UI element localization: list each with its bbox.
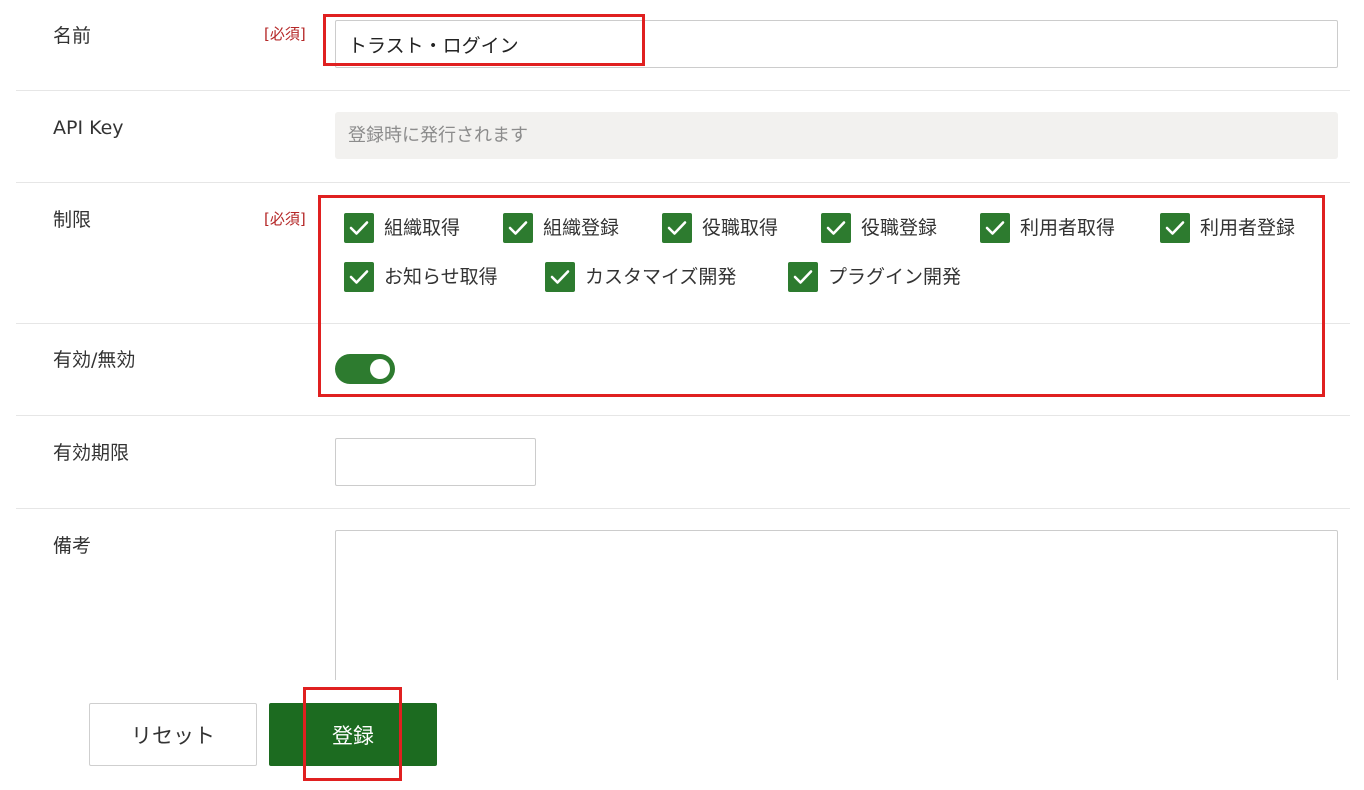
checkmark-icon (788, 262, 818, 292)
checkmark-icon (662, 213, 692, 243)
notes-label: 備考 (53, 535, 92, 557)
checkbox-label: 役職取得 (702, 217, 779, 239)
restrictions-required-tag: [必須] (264, 210, 306, 228)
expiry-label: 有効期限 (53, 442, 130, 464)
checkmark-icon (344, 213, 374, 243)
notes-textarea[interactable] (335, 530, 1338, 690)
submit-button[interactable]: 登録 (269, 703, 437, 766)
checkbox-notice-get[interactable]: お知らせ取得 (344, 262, 498, 292)
checkbox-label: 利用者取得 (1020, 217, 1116, 239)
restrictions-label: 制限 (53, 209, 92, 231)
checkbox-org-register[interactable]: 組織登録 (503, 213, 619, 243)
checkbox-user-register[interactable]: 利用者登録 (1160, 213, 1295, 243)
checkbox-label: 利用者登録 (1200, 217, 1296, 239)
reset-button[interactable]: リセット (89, 703, 257, 766)
row-divider (16, 90, 1350, 91)
row-divider (16, 508, 1350, 509)
checkbox-org-get[interactable]: 組織取得 (344, 213, 460, 243)
checkbox-user-get[interactable]: 利用者取得 (980, 213, 1115, 243)
row-divider (16, 415, 1350, 416)
checkmark-icon (980, 213, 1010, 243)
checkmark-icon (821, 213, 851, 243)
checkmark-icon (1160, 213, 1190, 243)
toggle-knob (370, 359, 390, 379)
checkbox-label: 組織取得 (384, 217, 461, 239)
api-key-label: API Key (53, 117, 124, 139)
checkbox-label: プラグイン開発 (828, 266, 962, 288)
enabled-toggle[interactable] (335, 354, 395, 384)
checkbox-label: 役職登録 (861, 217, 938, 239)
checkbox-position-register[interactable]: 役職登録 (821, 213, 937, 243)
enabled-label: 有効/無効 (53, 349, 136, 371)
api-key-field: 登録時に発行されます (335, 112, 1338, 159)
row-divider (16, 323, 1350, 324)
checkbox-label: 組織登録 (543, 217, 620, 239)
name-input[interactable] (335, 20, 1338, 68)
checkbox-label: カスタマイズ開発 (585, 266, 737, 288)
checkbox-custom-dev[interactable]: カスタマイズ開発 (545, 262, 736, 292)
row-divider (16, 182, 1350, 183)
name-label: 名前 (53, 25, 92, 47)
checkbox-plugin-dev[interactable]: プラグイン開発 (788, 262, 961, 292)
checkmark-icon (545, 262, 575, 292)
checkmark-icon (344, 262, 374, 292)
checkbox-label: お知らせ取得 (384, 266, 498, 288)
checkmark-icon (503, 213, 533, 243)
expiry-input[interactable] (335, 438, 536, 486)
name-required-tag: [必須] (264, 25, 306, 43)
checkbox-position-get[interactable]: 役職取得 (662, 213, 778, 243)
